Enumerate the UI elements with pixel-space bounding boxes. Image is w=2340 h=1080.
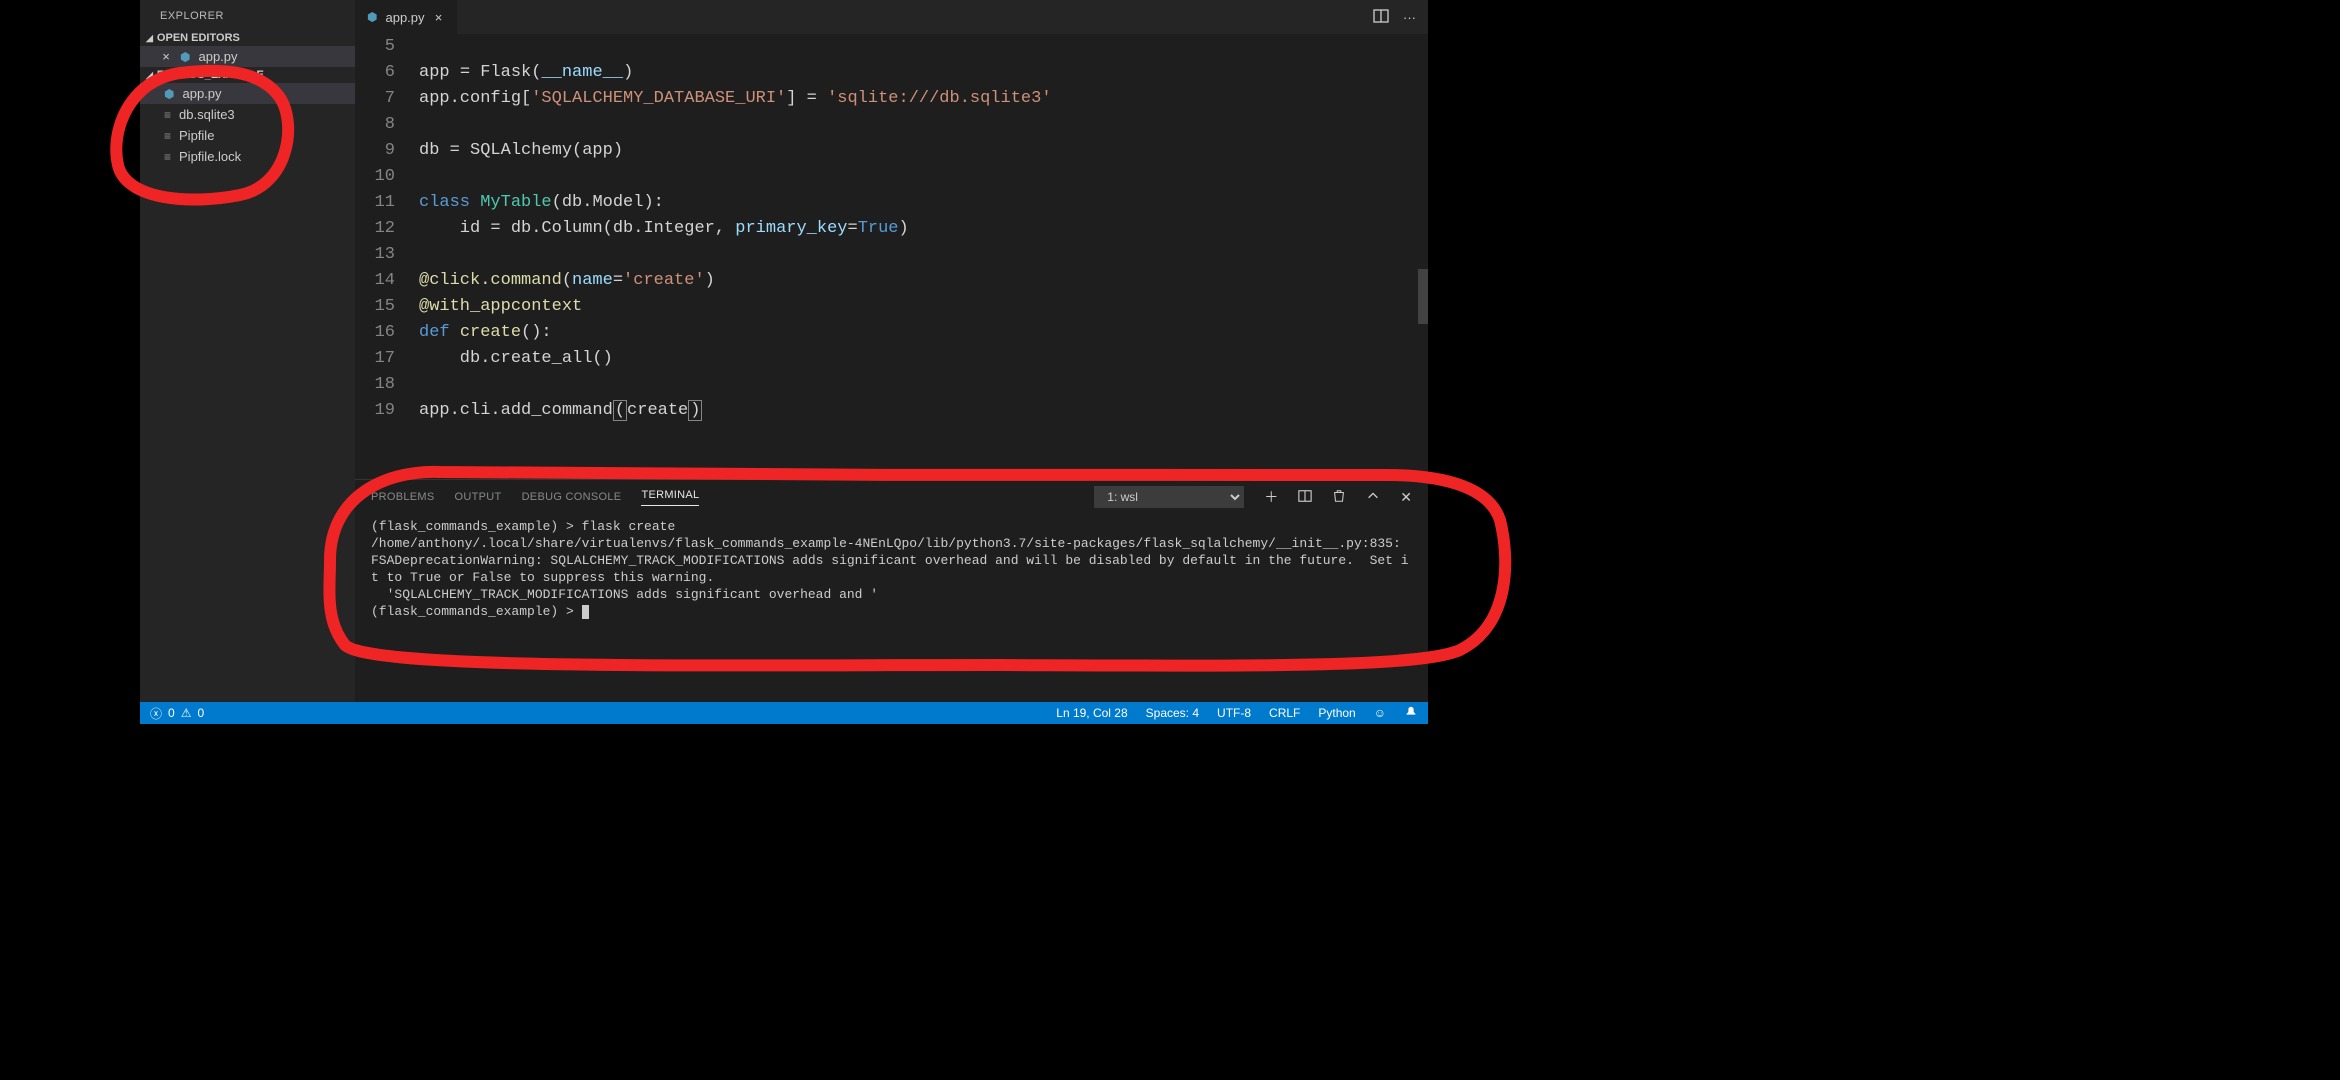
python-file-icon: ⬢ [367, 10, 377, 24]
panel-tab-terminal[interactable]: TERMINAL [641, 489, 699, 506]
file-name-label: db.sqlite3 [179, 107, 235, 122]
explorer-title: EXPLORER [140, 0, 355, 30]
new-terminal-icon[interactable]: ＋ [1264, 487, 1278, 507]
scrollbar-thumb[interactable] [1418, 269, 1428, 324]
warnings-icon[interactable]: ⚠ [181, 706, 192, 720]
status-encoding[interactable]: UTF-8 [1217, 706, 1251, 720]
feedback-icon[interactable]: ☺ [1374, 706, 1386, 720]
status-eol[interactable]: CRLF [1269, 706, 1300, 720]
file-tree-item[interactable]: ≡ Pipfile [140, 125, 355, 146]
status-ln-col[interactable]: Ln 19, Col 28 [1056, 706, 1127, 720]
errors-count[interactable]: 0 [168, 706, 175, 720]
explorer-sidebar: EXPLORER ◢ OPEN EDITORS × ⬢ app.py ◢ FLA… [140, 0, 355, 702]
file-tree-item[interactable]: ≡ db.sqlite3 [140, 104, 355, 125]
scrollbar[interactable] [1418, 34, 1428, 479]
code-editor[interactable]: 5678910111213141516171819 app = Flask(__… [355, 34, 1428, 479]
close-icon[interactable]: × [433, 10, 445, 25]
panel-tab-problems[interactable]: PROBLEMS [371, 491, 435, 503]
file-name-label: app.py [182, 86, 221, 101]
status-spaces[interactable]: Spaces: 4 [1146, 706, 1199, 720]
maximize-panel-icon[interactable] [1366, 489, 1380, 506]
terminal-content[interactable]: (flask_commands_example) > flask create/… [355, 514, 1428, 702]
more-actions-icon[interactable]: ··· [1403, 10, 1416, 25]
chevron-down-icon: ◢ [146, 33, 153, 44]
panel-tab-output[interactable]: OUTPUT [455, 491, 502, 503]
status-bar: ⓧ 0 ⚠ 0 Ln 19, Col 28 Spaces: 4 UTF-8 CRLF… [140, 702, 1428, 724]
bottom-panel: PROBLEMS OUTPUT DEBUG CONSOLE TERMINAL 1… [355, 479, 1428, 702]
file-name-label: Pipfile.lock [179, 149, 241, 164]
panel-tab-debug-console[interactable]: DEBUG CONSOLE [522, 491, 622, 503]
code-content[interactable]: app = Flask(__name__)app.config['SQLALCH… [419, 34, 1428, 479]
file-icon: ≡ [164, 108, 171, 122]
python-file-icon: ⬢ [164, 87, 174, 101]
file-name-label: Pipfile [179, 128, 214, 143]
file-tree-item[interactable]: ⬢ app.py [140, 83, 355, 104]
file-icon: ≡ [164, 150, 171, 164]
line-number-gutter: 5678910111213141516171819 [355, 34, 419, 479]
notifications-icon[interactable] [1404, 705, 1418, 722]
editor-tab-bar: ⬢ app.py × ··· [355, 0, 1428, 34]
workspace-section[interactable]: ◢ FLA…DS_EXAMPLE [140, 67, 355, 83]
close-icon[interactable]: × [160, 49, 172, 64]
close-panel-icon[interactable]: ✕ [1400, 489, 1412, 506]
terminal-select[interactable]: 1: wsl [1094, 486, 1244, 508]
status-language[interactable]: Python [1318, 706, 1355, 720]
open-editors-section[interactable]: ◢ OPEN EDITORS [140, 30, 355, 46]
file-icon: ≡ [164, 129, 171, 143]
file-tree-item[interactable]: ≡ Pipfile.lock [140, 146, 355, 167]
python-file-icon: ⬢ [180, 50, 190, 64]
warnings-count[interactable]: 0 [197, 706, 204, 720]
split-editor-icon[interactable] [1373, 8, 1389, 27]
split-terminal-icon[interactable] [1298, 489, 1312, 506]
errors-icon[interactable]: ⓧ [150, 705, 162, 722]
open-editor-item[interactable]: × ⬢ app.py [140, 46, 355, 67]
editor-tab-app-py[interactable]: ⬢ app.py × [355, 0, 458, 34]
kill-terminal-icon[interactable] [1332, 489, 1346, 506]
chevron-down-icon: ◢ [146, 70, 153, 81]
vscode-window: EXPLORER ◢ OPEN EDITORS × ⬢ app.py ◢ FLA… [140, 0, 1428, 724]
